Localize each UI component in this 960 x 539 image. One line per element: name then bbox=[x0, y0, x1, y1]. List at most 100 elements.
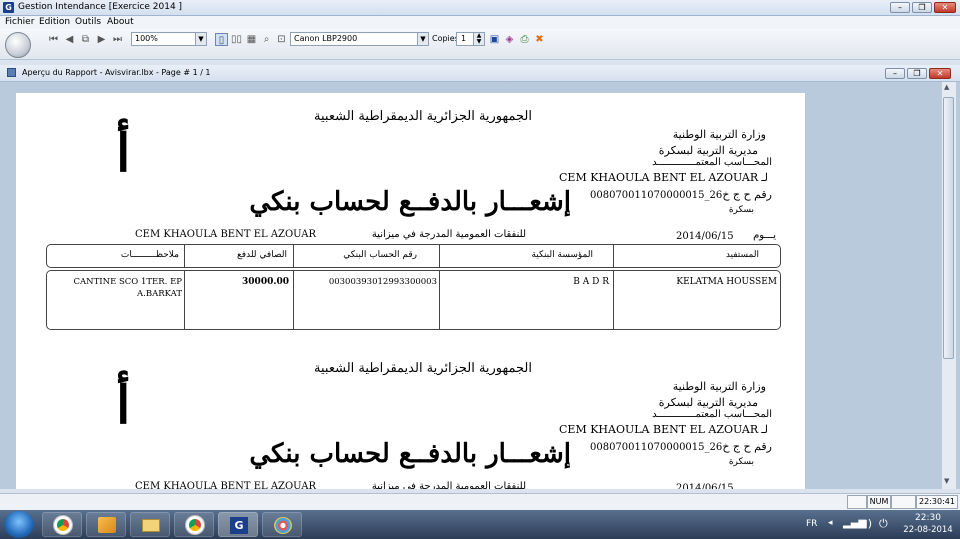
child-minimize-button[interactable]: – bbox=[885, 68, 905, 79]
column-divider bbox=[439, 245, 440, 267]
taskbar-chrome-2-icon[interactable] bbox=[174, 512, 214, 537]
taskbar-app-icon[interactable] bbox=[86, 512, 126, 537]
volume-icon[interactable]: ◖) bbox=[862, 517, 872, 530]
table-row: CANTINE SCO 1TER. EP A.BARKAT 30000.00 0… bbox=[46, 270, 781, 330]
toolbar: ⏮ ◀ ⧉ ▶ ⏭ 100% ▼ ▯ ▯▯ ▦ ⌕ ⊡ Canon LBP2900… bbox=[0, 29, 960, 60]
city-text: بسكرة bbox=[728, 205, 754, 215]
save-icon[interactable]: ▣ bbox=[488, 33, 501, 46]
clock-time[interactable]: 22:30 bbox=[906, 513, 950, 523]
report-title: إشعـــار بالدفــع لحساب بنكي bbox=[249, 187, 571, 217]
scrollbar-thumb[interactable] bbox=[943, 97, 954, 359]
find-icon[interactable]: ⊡ bbox=[275, 33, 288, 46]
child-close-button[interactable]: ✕ bbox=[929, 68, 951, 79]
report-date: 2014/06/15 bbox=[676, 231, 734, 242]
school-name-2: CEM KHAOULA BENT EL AZOUAR bbox=[559, 423, 759, 436]
power-icon[interactable]: ⏻ bbox=[879, 517, 888, 531]
single-page-icon[interactable]: ▯ bbox=[215, 33, 228, 46]
accountant-text: المحـــاسب المعتمـــــــــــــد bbox=[652, 157, 772, 168]
chevron-down-icon: ▼ bbox=[417, 33, 428, 45]
printer-select[interactable]: Canon LBP2900 ▼ bbox=[290, 32, 429, 46]
cell-net: 30000.00 bbox=[242, 277, 289, 287]
clock-date[interactable]: 22-08-2014 bbox=[898, 525, 958, 535]
column-divider bbox=[184, 245, 185, 267]
big-letter-2: أ bbox=[116, 375, 131, 436]
menu-about[interactable]: About bbox=[107, 16, 134, 29]
accountant-text-2: المحـــاسب المعتمـــــــــــــد bbox=[652, 409, 772, 420]
zoom-select[interactable]: 100% ▼ bbox=[131, 32, 207, 46]
budget-text: للنفقات العمومية المدرجة في ميزانية bbox=[371, 229, 526, 240]
column-divider bbox=[184, 271, 185, 329]
directorate-text: مديرية التربية لبسكرة bbox=[658, 144, 758, 157]
status-cell-empty bbox=[847, 495, 867, 509]
copies-label: Copies bbox=[432, 34, 459, 43]
menu-fichier[interactable]: Fichier bbox=[5, 16, 34, 29]
column-divider bbox=[293, 271, 294, 329]
status-cell-empty-2 bbox=[891, 495, 916, 509]
menu-bar: Fichier Edition Outils About bbox=[0, 16, 960, 29]
ministry-text: وزارة التربية الوطنية bbox=[672, 128, 766, 141]
last-page-icon[interactable]: ⏭ bbox=[111, 33, 124, 46]
title-bar: G Gestion Intendance [Exercice 2014 ] – … bbox=[0, 0, 960, 16]
window-title: Gestion Intendance [Exercice 2014 ] bbox=[18, 2, 183, 12]
report-title-2: إشعـــار بالدفــع لحساب بنكي bbox=[249, 439, 571, 469]
school-name: CEM KHAOULA BENT EL AZOUAR bbox=[559, 171, 759, 184]
budget-school: CEM KHAOULA BENT EL AZOUAR bbox=[135, 229, 317, 240]
column-divider bbox=[439, 271, 440, 329]
menu-edition[interactable]: Edition bbox=[39, 16, 70, 29]
budget-school-2: CEM KHAOULA BENT EL AZOUAR bbox=[135, 481, 317, 489]
taskbar-gestion-icon[interactable]: G bbox=[218, 512, 258, 537]
republic-header: الجمهورية الجزائرية الديمقراطية الشعبية bbox=[314, 109, 532, 124]
cell-notes: CANTINE SCO 1TER. EP bbox=[73, 277, 182, 287]
big-letter: أ bbox=[116, 123, 131, 184]
preview-title: Aperçu du Rapport - Avisvirar.lbx - Page… bbox=[22, 68, 211, 77]
stepper-arrows-icon[interactable]: ▲ ▼ bbox=[473, 33, 484, 45]
chevron-down-icon: ▼ bbox=[195, 33, 206, 45]
print-icon[interactable]: ⎙ bbox=[518, 33, 531, 46]
column-divider bbox=[613, 245, 614, 267]
language-indicator[interactable]: FR bbox=[806, 519, 817, 529]
day-label: يـــوم bbox=[753, 230, 776, 241]
menu-outils[interactable]: Outils bbox=[75, 16, 101, 29]
next-page-icon[interactable]: ▶ bbox=[95, 33, 108, 46]
cell-beneficiary: KELATMA HOUSSEM bbox=[676, 277, 777, 287]
taskbar-paint-icon[interactable] bbox=[262, 512, 302, 537]
taskbar: G FR ◂ ▂▄▆ ◖) ⏻ 22:30 22-08-2014 bbox=[0, 510, 960, 539]
close-button[interactable]: ✕ bbox=[934, 2, 956, 13]
minimize-button[interactable]: – bbox=[890, 2, 910, 13]
show-hidden-icons-icon[interactable]: ◂ bbox=[828, 518, 833, 528]
ministry-text-2: وزارة التربية الوطنية bbox=[672, 380, 766, 393]
maximize-button[interactable]: ❐ bbox=[912, 2, 932, 13]
copy-icon[interactable]: ⧉ bbox=[79, 33, 92, 46]
col-bank: المؤسسة البنكية bbox=[531, 250, 593, 260]
previous-page-icon[interactable]: ◀ bbox=[63, 33, 76, 46]
status-bar: NUM 22:30:41 bbox=[0, 493, 960, 510]
column-divider bbox=[613, 271, 614, 329]
cell-rib: 00300393012993300003 bbox=[328, 277, 437, 287]
copies-stepper[interactable]: 1 ▲ ▼ bbox=[456, 32, 485, 46]
export-icon[interactable]: ◈ bbox=[503, 33, 516, 46]
taskbar-folder-icon[interactable] bbox=[130, 512, 170, 537]
child-restore-button[interactable]: ❐ bbox=[907, 68, 927, 79]
republic-header-2: الجمهورية الجزائرية الديمقراطية الشعبية bbox=[314, 361, 532, 376]
cell-bank: B A D R bbox=[573, 277, 609, 287]
two-pages-icon[interactable]: ▯▯ bbox=[230, 33, 243, 46]
account-number-2: 008070011070000015_26 bbox=[590, 442, 723, 453]
num-lock-indicator: NUM bbox=[867, 495, 891, 509]
start-button-icon[interactable] bbox=[4, 511, 34, 538]
first-page-icon[interactable]: ⏮ bbox=[47, 33, 60, 46]
exit-icon[interactable]: ✖ bbox=[533, 33, 546, 46]
col-rib: رقم الحساب البنكي bbox=[343, 250, 417, 260]
col-beneficiary: المستفيد bbox=[725, 250, 759, 260]
scroll-up-icon[interactable]: ▲ bbox=[944, 83, 949, 91]
taskbar-chrome-icon[interactable] bbox=[42, 512, 82, 537]
multi-pages-icon[interactable]: ▦ bbox=[245, 33, 258, 46]
account-number: 008070011070000015_26 bbox=[590, 190, 723, 201]
scroll-down-icon[interactable]: ▼ bbox=[944, 477, 949, 485]
directorate-text-2: مديرية التربية لبسكرة bbox=[658, 396, 758, 409]
zoom-icon[interactable]: ⌕ bbox=[260, 33, 273, 46]
column-divider bbox=[293, 245, 294, 267]
office-button-icon[interactable] bbox=[5, 32, 31, 58]
city-text-2: بسكرة bbox=[728, 457, 754, 467]
budget-text-2: للنفقات العمومية المدرجة في ميزانية bbox=[371, 481, 526, 489]
col-net: الصافي للدفع bbox=[237, 250, 287, 260]
